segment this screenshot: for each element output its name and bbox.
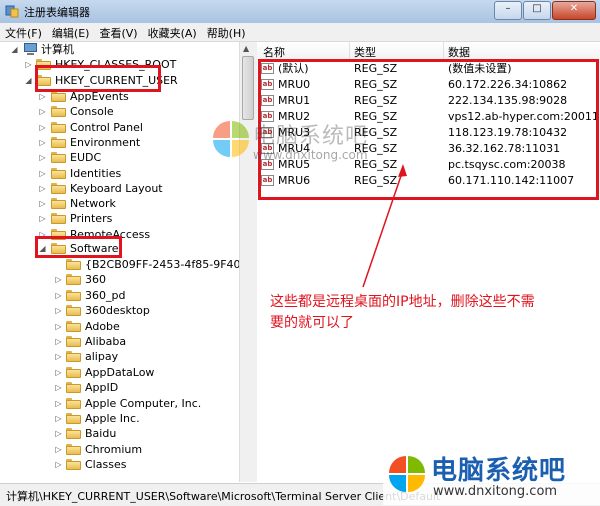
watermark-name: 电脑系统吧 [253, 124, 369, 149]
annotation-arrow [362, 164, 407, 288]
watermark-url: www.dnxitong.com [433, 484, 558, 499]
watermark-center: 电脑系统吧 www.dnxitong.com [213, 118, 423, 168]
windows-logo-icon [389, 456, 425, 492]
annotation-line-1: 这些都是远程桌面的IP地址，删除这些不需 [270, 294, 535, 310]
watermark-corner: 电脑系统吧 www.dnxitong.com [383, 448, 600, 505]
watermark-url: www.dnxitong.com [253, 148, 368, 162]
windows-logo-icon [213, 121, 249, 157]
annotation-line-2: 要的就可以了 [270, 315, 354, 331]
watermark-name: 电脑系统吧 [431, 456, 567, 486]
annotation-text: 这些都是远程桌面的IP地址，删除这些不需 要的就可以了 [270, 292, 590, 334]
